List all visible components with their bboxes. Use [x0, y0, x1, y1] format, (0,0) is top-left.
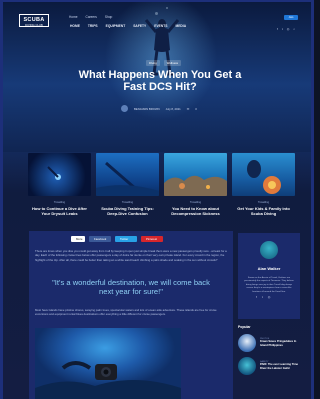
facebook-icon[interactable]: f — [277, 27, 278, 31]
menu-trips[interactable]: TRIPS — [88, 24, 98, 28]
instagram-icon[interactable]: ◎ — [268, 295, 271, 299]
header-social: f t ◎ ⌕ — [277, 27, 295, 31]
author-avatar[interactable] — [121, 105, 128, 112]
hero-section: SCUBA DIVING CLUB Home Careers Shop HOME … — [3, 2, 311, 152]
top-link-shop[interactable]: Shop — [105, 15, 112, 19]
related-card[interactable]: Travelling How to Continue a Dive After … — [28, 153, 91, 216]
card-category: Travelling — [189, 201, 202, 204]
article-paragraph: Most have Islands have pristine shores, … — [35, 308, 217, 317]
category-chip[interactable]: Wellness — [163, 60, 182, 66]
popular-title[interactable]: Kraan Saves Pringadubes In Island Philip… — [260, 340, 300, 347]
top-links: Home Careers Shop — [69, 15, 112, 19]
related-card[interactable]: Travelling Get Your Kids & Family into S… — [232, 153, 295, 216]
card-category: Travelling — [257, 201, 270, 204]
coral-image — [164, 175, 227, 196]
page-title: What Happens When You Get a Fast DCS Hit… — [78, 69, 242, 93]
author-box-name[interactable]: Alan Walker — [238, 266, 300, 271]
author-box: Alan Walker Known as the Aussie of Trave… — [238, 233, 300, 319]
popular-heading: Popular — [238, 325, 251, 329]
menu-safety[interactable]: SAFETY — [133, 24, 146, 28]
popular-item[interactable]: SAFETY PADI: The ever Learning Time Dive… — [238, 357, 300, 375]
comment-count[interactable]: 3 — [195, 107, 197, 111]
menu-events[interactable]: EVENTS — [154, 24, 167, 28]
menu-equipment[interactable]: EQUIPMENT — [106, 24, 126, 28]
popular-title[interactable]: PADI: The ever Learning Time Diver the L… — [260, 363, 300, 370]
top-nav: SCUBA DIVING CLUB Home Careers Shop HOME … — [3, 2, 311, 32]
menu-home[interactable]: HOME — [70, 24, 80, 28]
share-twitter-button[interactable]: Twitter — [115, 236, 137, 242]
underwater-camera-image — [35, 361, 181, 399]
facebook-icon[interactable]: f — [256, 295, 257, 299]
popular-thumbnail[interactable] — [238, 357, 256, 375]
article-paragraph: There are times when you dive you could … — [35, 249, 227, 262]
card-title[interactable]: How to Continue a Dive After Your Drysui… — [28, 206, 91, 216]
reef-diver-image — [96, 161, 159, 196]
related-card[interactable]: Travelling Scuba Diving Training Tips: D… — [96, 153, 159, 216]
share-more-button[interactable]: More — [71, 236, 85, 242]
author-bio: Known as the Aussie of Travel, Krakens a… — [244, 277, 294, 293]
byline: BENJAMIN BROWN July 8, 2021 ✉ 3 — [121, 105, 197, 112]
popular-thumbnail[interactable] — [238, 334, 256, 352]
top-link-careers[interactable]: Careers — [86, 15, 97, 19]
subscribe-button[interactable]: Join — [284, 15, 298, 20]
page-frame: SCUBA DIVING CLUB Home Careers Shop HOME … — [0, 0, 314, 399]
article-body: More Facebook Twitter Pinterest There ar… — [29, 231, 233, 399]
share-bar: More Facebook Twitter Pinterest — [71, 236, 163, 242]
pull-quote: "It's a wonderful destination, we will c… — [52, 278, 210, 296]
hero-categories: Diving Wellness — [146, 60, 182, 66]
related-cards: Travelling How to Continue a Dive After … — [28, 153, 295, 216]
post-date: July 8, 2021 — [165, 106, 181, 111]
card-category: Travelling — [121, 201, 134, 204]
card-image[interactable] — [164, 153, 227, 196]
twitter-icon[interactable]: t — [282, 27, 283, 31]
main-menu: HOME TRIPS EQUIPMENT SAFETY EVENTS MEDIA — [70, 24, 186, 28]
share-pinterest-button[interactable]: Pinterest — [141, 236, 163, 242]
card-image[interactable] — [232, 153, 295, 196]
brand-logo[interactable]: SCUBA DIVING CLUB — [19, 14, 49, 27]
author-name[interactable]: BENJAMIN BROWN — [134, 107, 160, 111]
comment-icon: ✉ — [186, 106, 190, 111]
search-icon[interactable]: ⌕ — [293, 27, 295, 31]
popular-item[interactable]: PHOTOS Kraan Saves Pringadubes In Island… — [238, 334, 300, 352]
anemone-diver-image — [247, 160, 281, 194]
sidebar: Alan Walker Known as the Aussie of Trave… — [238, 233, 300, 375]
twitter-icon[interactable]: t — [262, 295, 263, 299]
related-card[interactable]: Travelling You Need to Know about Decomp… — [164, 153, 227, 216]
article-image — [35, 328, 181, 399]
category-chip[interactable]: Diving — [146, 60, 160, 66]
author-social: f t ◎ — [256, 295, 270, 299]
avatar[interactable] — [260, 241, 278, 259]
instagram-icon[interactable]: ◎ — [287, 27, 290, 31]
card-title[interactable]: Scuba Diving Training Tips: Deep-Dive Co… — [96, 206, 159, 216]
card-category: Travelling — [53, 201, 66, 204]
share-facebook-button[interactable]: Facebook — [89, 236, 111, 242]
diver-light-image — [47, 166, 61, 180]
card-image[interactable] — [28, 153, 91, 196]
top-link-home[interactable]: Home — [69, 15, 78, 19]
card-title[interactable]: You Need to Know about Decompression Sic… — [164, 206, 227, 216]
card-image[interactable] — [96, 153, 159, 196]
menu-media[interactable]: MEDIA — [175, 24, 186, 28]
card-title[interactable]: Get Your Kids & Family into Scuba Diving — [232, 206, 295, 216]
